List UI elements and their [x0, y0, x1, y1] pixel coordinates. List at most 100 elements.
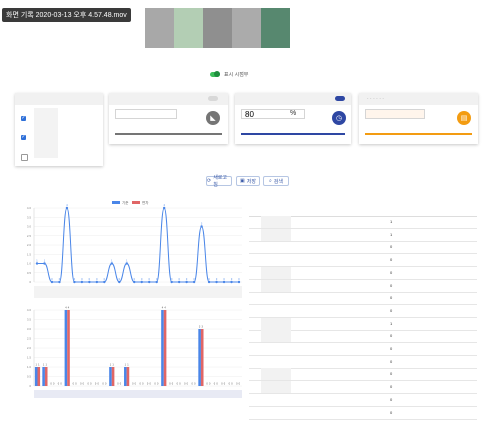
swatch-3[interactable] [203, 8, 232, 48]
table-row-value: 0 [390, 358, 393, 364]
bar [42, 367, 45, 386]
table-row[interactable]: 0 [249, 330, 477, 344]
card-date: · · · · · · ▤ [359, 93, 478, 144]
checkbox-3[interactable] [21, 154, 28, 161]
line-ytick-label: 2.5 [27, 234, 32, 238]
bar-value-label: 1 [127, 364, 129, 367]
table-row-label-cell [261, 368, 291, 381]
line-ytick-label: 3.0 [27, 225, 32, 229]
checkbox-2[interactable]: ✓ [21, 135, 26, 140]
table-row[interactable]: 0 [249, 279, 477, 293]
swatch-2[interactable] [174, 8, 203, 48]
line-point-label: 1 [111, 260, 113, 263]
legend-swatch-2 [132, 201, 140, 204]
date-input[interactable] [365, 109, 425, 119]
line-point [207, 280, 211, 284]
table-row[interactable]: 0 [249, 368, 477, 382]
table-row[interactable]: 1 [249, 216, 477, 229]
toggle-switch[interactable] [210, 71, 220, 77]
calendar-icon[interactable]: ▤ [457, 111, 471, 125]
slope-input[interactable] [115, 109, 177, 119]
table-row-label-cell [261, 228, 291, 241]
table-row[interactable]: 0 [249, 407, 477, 420]
line-point-label: 4 [163, 204, 165, 207]
line-point [222, 280, 226, 284]
table-row[interactable]: 0 [249, 381, 477, 395]
table-row[interactable]: 0 [249, 356, 477, 369]
swatch-5[interactable] [261, 8, 290, 48]
bar [34, 367, 38, 386]
table-row[interactable]: 0 [249, 241, 477, 255]
table-row[interactable]: 1 [249, 228, 477, 242]
table-row-value: 0 [390, 396, 393, 402]
switch-on[interactable] [335, 96, 345, 101]
bar-value-label: 0 [239, 383, 241, 386]
line-point [200, 225, 203, 228]
bar-value-label: 3 [202, 326, 204, 329]
table-row[interactable]: 0 [249, 394, 477, 407]
table-row[interactable]: 0 [249, 305, 477, 318]
legend-label-2: 편차 [142, 200, 149, 205]
line-point [215, 280, 218, 284]
bar-value-label: 4 [68, 307, 70, 310]
table-row-label-cell [261, 330, 291, 343]
table-row-value: 0 [390, 384, 393, 390]
table-row-value: 0 [390, 409, 393, 415]
line-point-label: 1 [36, 260, 38, 263]
bar-value-label: 1 [38, 364, 40, 367]
bar-ytick-label: 0 [29, 384, 31, 388]
line-point-label: 0 [208, 278, 210, 281]
line-point [185, 280, 188, 284]
bar-value-label: 0 [135, 383, 137, 386]
bar-value-label: 0 [216, 383, 218, 386]
line-point [58, 280, 61, 284]
line-ytick-label: 2.0 [27, 243, 32, 247]
checkbox-card-header [15, 93, 103, 105]
bar-value-label: 0 [105, 383, 107, 386]
table-row-value: 1 [390, 320, 393, 326]
bar-value-label: 0 [60, 383, 62, 386]
line-ytick-label: 4.0 [27, 206, 32, 210]
bar-value-label: 0 [120, 383, 122, 386]
table-row[interactable]: 0 [249, 266, 477, 280]
switch-off[interactable] [208, 96, 218, 101]
table-row[interactable]: 0 [249, 343, 477, 356]
table-row[interactable]: 1 [249, 317, 477, 331]
line-ytick-label: 1.5 [27, 252, 32, 256]
search-button[interactable]: ⌕ 검색 [263, 176, 289, 186]
display-toggle-row[interactable]: 표시 시점부 [210, 71, 248, 78]
line-point-label: 0 [186, 278, 188, 281]
table-row[interactable]: 0 [249, 292, 477, 306]
bar-value-label: 0 [53, 383, 55, 386]
line-point-label: 0 [149, 278, 151, 281]
table-header [249, 198, 477, 217]
card-date-header: · · · · · · [359, 93, 478, 105]
bar [67, 310, 70, 386]
clock-icon[interactable]: ◷ [332, 111, 346, 125]
table-row-label-cell [261, 317, 291, 330]
refresh-button[interactable]: ⟳ 새로고침 [206, 175, 232, 188]
line-point [95, 280, 99, 284]
line-point-label: 0 [96, 278, 98, 281]
line-point [125, 262, 128, 265]
checkbox-1[interactable]: ✓ [21, 116, 26, 121]
bar-value-label: 0 [142, 383, 144, 386]
swatch-1[interactable] [145, 8, 174, 48]
bar-value-label: 1 [46, 364, 48, 367]
table-row-label-cell [261, 381, 291, 394]
bar [200, 329, 204, 386]
table-row-value: 0 [390, 269, 393, 275]
line-ytick-label: 0.5 [27, 271, 32, 275]
swatch-4[interactable] [232, 8, 261, 48]
table-row-value: 0 [390, 346, 393, 351]
table-row[interactable]: 0 [249, 254, 477, 268]
line-point-label: 0 [216, 278, 218, 281]
bar-value-label: 0 [172, 383, 174, 386]
line-point-label: 0 [74, 278, 76, 281]
bar [64, 310, 68, 386]
bar-xaxis-labels-blur [34, 390, 242, 398]
bar-value-label: 0 [98, 383, 100, 386]
line-ytick-label: 1.0 [27, 262, 32, 266]
save-button[interactable]: ▣ 저장 [236, 176, 260, 186]
line-point [65, 206, 69, 210]
